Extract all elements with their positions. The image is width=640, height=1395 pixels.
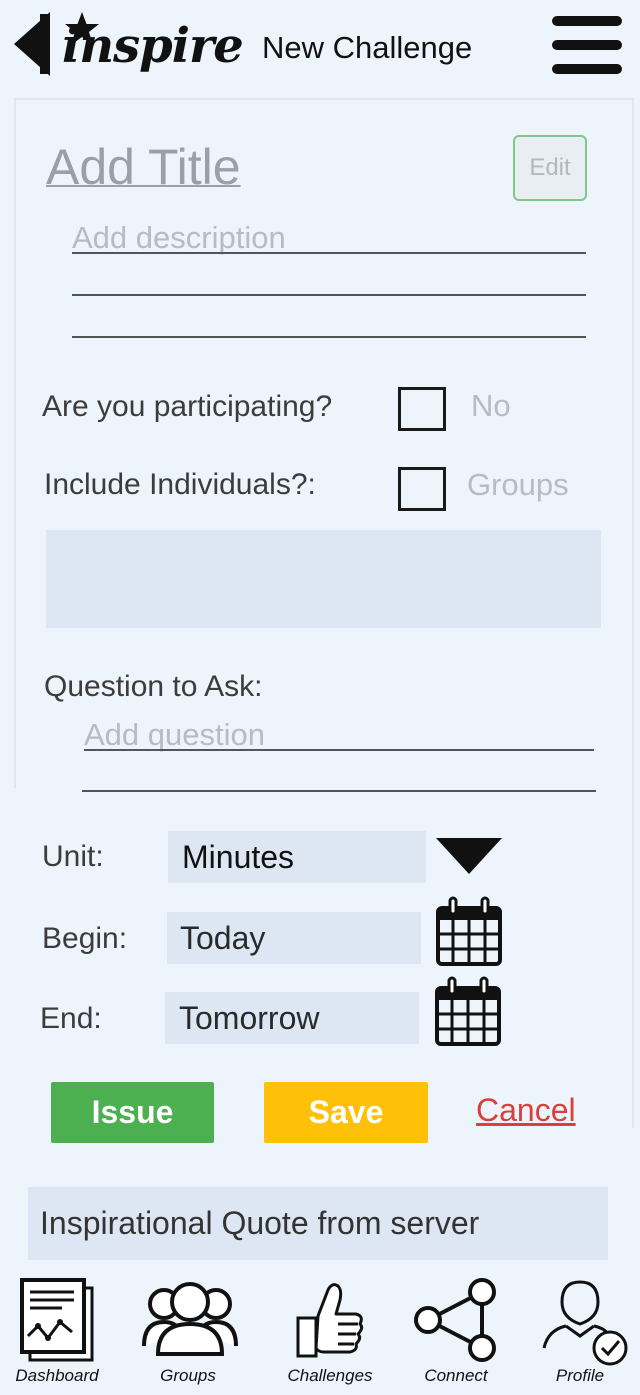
nav-label-dashboard: Dashboard [15, 1366, 99, 1385]
page-title: New Challenge [262, 30, 473, 65]
panel-border-left [14, 98, 16, 788]
include-individuals-label: Include Individuals?: [44, 468, 316, 501]
end-calendar-icon[interactable] [435, 976, 501, 1048]
question-input[interactable]: Add question [84, 717, 265, 753]
issue-button[interactable]: Issue [51, 1082, 214, 1143]
description-line-1 [72, 252, 586, 254]
description-line-3 [72, 336, 586, 338]
back-arrow-icon[interactable] [10, 10, 52, 78]
panel-border-right [632, 98, 634, 1128]
nav-label-profile: Profile [555, 1366, 605, 1385]
groups-icon [142, 1282, 238, 1356]
header: inspire New Challenge [0, 0, 640, 100]
nav-item-groups[interactable]: Groups [128, 1270, 248, 1395]
nav-label-connect: Connect [424, 1366, 488, 1385]
participating-value: No [471, 388, 511, 423]
question-line-1 [84, 749, 594, 751]
nav-label-groups: Groups [160, 1366, 216, 1385]
nav-item-connect[interactable]: Connect [396, 1270, 516, 1395]
nav-label-challenges: Challenges [287, 1366, 373, 1385]
title-input[interactable]: Add Title [46, 138, 241, 196]
participating-checkbox[interactable] [398, 387, 446, 431]
description-input[interactable]: Add description [72, 220, 286, 256]
panel-border-top [14, 98, 634, 100]
nav-item-dashboard[interactable]: Dashboard [0, 1270, 120, 1395]
save-button[interactable]: Save [264, 1082, 428, 1143]
app-logo: inspire [62, 18, 244, 74]
include-individuals-value: Groups [467, 467, 569, 502]
unit-select[interactable]: Minutes [168, 831, 426, 883]
begin-date-input[interactable]: Today [167, 912, 421, 964]
unit-label: Unit: [42, 840, 104, 873]
include-individuals-checkbox[interactable] [398, 467, 446, 511]
bottom-nav: Dashboard Groups Challenges Connect Prof… [0, 1270, 640, 1395]
edit-button[interactable]: Edit [513, 135, 587, 201]
nav-item-profile[interactable]: Profile [520, 1270, 640, 1395]
question-label: Question to Ask: [44, 670, 263, 703]
question-line-2 [82, 790, 596, 792]
thumbs-up-icon [296, 1283, 364, 1358]
begin-label: Begin: [42, 922, 128, 955]
share-network-icon [414, 1278, 496, 1362]
end-label: End: [40, 1002, 102, 1035]
group-selection-area[interactable] [46, 530, 601, 628]
description-line-2 [72, 294, 586, 296]
nav-item-challenges[interactable]: Challenges [270, 1270, 390, 1395]
hamburger-menu-icon[interactable] [552, 16, 622, 76]
dashboard-icon [20, 1278, 94, 1362]
inspirational-quote: Inspirational Quote from server [28, 1187, 608, 1260]
begin-calendar-icon[interactable] [436, 896, 502, 968]
dropdown-arrow-icon[interactable] [436, 838, 502, 876]
participating-label: Are you participating? [42, 390, 333, 423]
profile-check-icon [542, 1280, 628, 1366]
cancel-link[interactable]: Cancel [476, 1092, 576, 1129]
end-date-input[interactable]: Tomorrow [165, 992, 419, 1044]
